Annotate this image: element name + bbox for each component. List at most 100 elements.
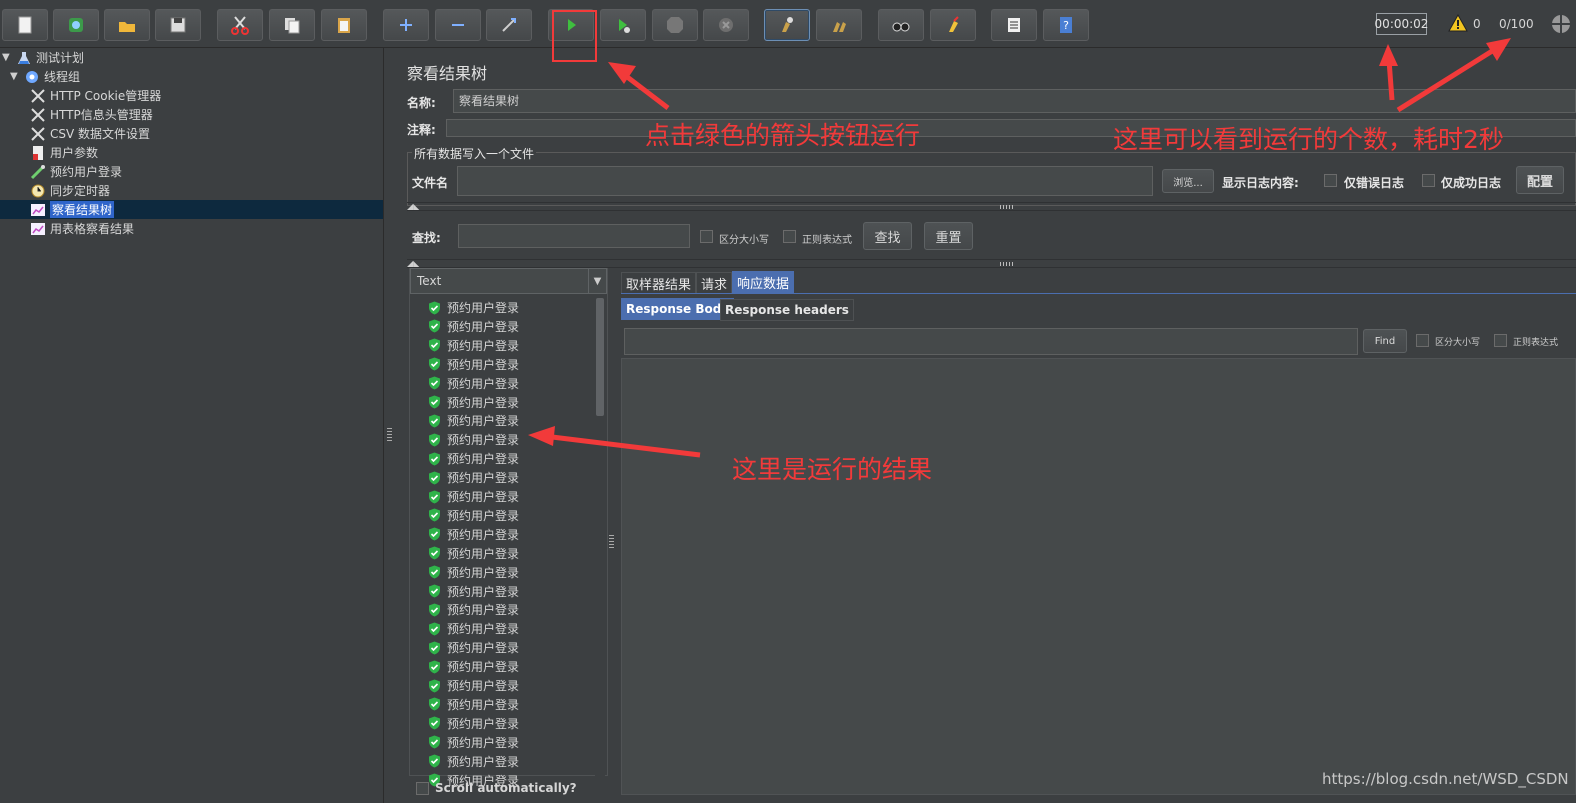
section-divider[interactable]: ◢◣ [407, 202, 1576, 211]
templates-button[interactable] [53, 9, 99, 41]
tree-node-csv-config[interactable]: CSV 数据文件设置 [30, 124, 150, 143]
start-no-pause-button[interactable] [600, 9, 646, 41]
wand-icon [502, 18, 516, 32]
result-item[interactable]: 预约用户登录 [428, 374, 519, 393]
reset-button[interactable]: 重置 [924, 222, 973, 250]
clear-button[interactable] [764, 9, 810, 41]
success-shield-icon [429, 622, 440, 636]
result-item[interactable]: 预约用户登录 [428, 695, 519, 714]
split-grip[interactable] [387, 428, 392, 442]
tab-sampler-result[interactable]: 取样器结果 [621, 272, 697, 294]
tree-node-sync-timer[interactable]: 同步定时器 [30, 181, 110, 200]
start-button[interactable] [548, 9, 594, 41]
result-item[interactable]: 预约用户登录 [428, 676, 519, 695]
result-item[interactable]: 预约用户登录 [428, 733, 519, 752]
collapse-button[interactable] [435, 9, 481, 41]
expand-toggle-icon[interactable]: ▼ [10, 71, 20, 82]
stop-button[interactable] [652, 9, 698, 41]
regex-checkbox[interactable] [783, 230, 796, 243]
tree-node-thread-group[interactable]: ▼ 线程组 [10, 67, 80, 86]
cut-button[interactable] [217, 9, 263, 41]
result-item[interactable]: 预约用户登录 [428, 430, 519, 449]
filename-input[interactable] [457, 166, 1153, 196]
case-sensitive-checkbox[interactable] [700, 230, 713, 243]
scroll-auto-checkbox[interactable] [416, 781, 429, 795]
result-item[interactable]: 预约用户登录 [428, 582, 519, 601]
result-item[interactable]: 预约用户登录 [428, 714, 519, 733]
renderer-select[interactable]: Text ▼ [410, 268, 607, 294]
response-find-button[interactable]: Find [1363, 329, 1407, 353]
response-find-input[interactable] [624, 328, 1358, 355]
scroll-thumb[interactable] [596, 298, 604, 416]
reset-search-button[interactable] [930, 9, 976, 41]
response-regex-checkbox[interactable] [1494, 334, 1507, 347]
response-case-checkbox[interactable] [1416, 334, 1429, 347]
result-item[interactable]: 预约用户登录 [428, 468, 519, 487]
errors-only-checkbox[interactable] [1324, 174, 1337, 187]
section-divider[interactable]: ◢◣ [407, 259, 1576, 268]
save-button[interactable] [155, 9, 201, 41]
result-item[interactable]: 预约用户登录 [428, 638, 519, 657]
tab-response-body[interactable]: Response Body [621, 298, 735, 320]
chevron-down-icon[interactable]: ▼ [588, 269, 606, 293]
expand-toggle-icon[interactable]: ▼ [2, 52, 12, 63]
results-split-grip[interactable] [609, 535, 614, 549]
help-button[interactable]: ? [1043, 9, 1089, 41]
result-item[interactable]: 预约用户登录 [428, 506, 519, 525]
name-input[interactable]: 察看结果树 [453, 89, 1576, 113]
find-button[interactable]: 查找 [863, 222, 912, 250]
open-button[interactable] [104, 9, 150, 41]
tab-response-headers[interactable]: Response headers [720, 299, 854, 321]
tree-node-cookie-manager[interactable]: HTTP Cookie管理器 [30, 86, 161, 105]
browse-button[interactable]: 浏览... [1162, 169, 1214, 193]
result-item[interactable]: 预约用户登录 [428, 298, 519, 317]
result-item[interactable]: 预约用户登录 [428, 752, 519, 771]
search-input[interactable] [458, 224, 690, 248]
configure-button[interactable]: 配置 [1516, 166, 1564, 194]
clear-all-button[interactable] [816, 9, 862, 41]
warning-icon[interactable] [1448, 14, 1468, 32]
new-button[interactable] [2, 9, 48, 41]
tab-request[interactable]: 请求 [696, 272, 733, 294]
copy-button[interactable] [269, 9, 315, 41]
tree-node-test-plan[interactable]: ▼ 测试计划 [2, 48, 84, 67]
help-icon: ? [1060, 17, 1072, 33]
function-helper-button[interactable] [991, 9, 1037, 41]
tree-node-header-manager[interactable]: HTTP信息头管理器 [30, 105, 153, 124]
result-item[interactable]: 预约用户登录 [428, 563, 519, 582]
success-shield-icon [429, 679, 440, 692]
log-content-label: 显示日志内容: [1222, 176, 1299, 190]
tab-response-data[interactable]: 响应数据 [732, 271, 795, 293]
remote-globe-icon[interactable] [1550, 13, 1572, 35]
result-item[interactable]: 预约用户登录 [428, 600, 519, 619]
paste-button[interactable] [321, 9, 367, 41]
expand-button[interactable] [383, 9, 429, 41]
result-item[interactable]: 预约用户登录 [428, 411, 519, 430]
tree-node-table-results[interactable]: 用表格察看结果 [30, 219, 134, 238]
result-item[interactable]: 预约用户登录 [428, 544, 519, 563]
result-item[interactable]: 预约用户登录 [428, 619, 519, 638]
split-divider[interactable] [385, 48, 395, 803]
scroll-auto-option[interactable]: Scroll automatically? [416, 781, 577, 795]
result-list-scrollbar[interactable] [595, 298, 605, 776]
errors-only-label: 仅错误日志 [1344, 176, 1405, 190]
result-item[interactable]: 预约用户登录 [428, 393, 519, 412]
search-button[interactable] [878, 9, 924, 41]
result-item[interactable]: 预约用户登录 [428, 317, 519, 336]
success-only-checkbox[interactable] [1422, 174, 1435, 187]
result-item[interactable]: 预约用户登录 [428, 525, 519, 544]
tree-node-login-sampler[interactable]: 预约用户登录 [30, 162, 122, 181]
result-item[interactable]: 预约用户登录 [428, 449, 519, 468]
shutdown-button[interactable] [703, 9, 749, 41]
toggle-button[interactable] [486, 9, 532, 41]
tree-node-user-params[interactable]: 用户参数 [30, 143, 98, 162]
result-item[interactable]: 预约用户登录 [428, 657, 519, 676]
tree-node-view-results-tree[interactable]: 察看结果树 [0, 200, 383, 219]
minus-icon [452, 24, 464, 26]
result-item[interactable]: 预约用户登录 [428, 336, 519, 355]
success-shield-icon [429, 716, 440, 730]
result-item[interactable]: 预约用户登录 [428, 355, 519, 374]
response-body-area[interactable] [621, 358, 1576, 795]
result-item[interactable]: 预约用户登录 [428, 487, 519, 506]
shutdown-icon [719, 18, 733, 32]
